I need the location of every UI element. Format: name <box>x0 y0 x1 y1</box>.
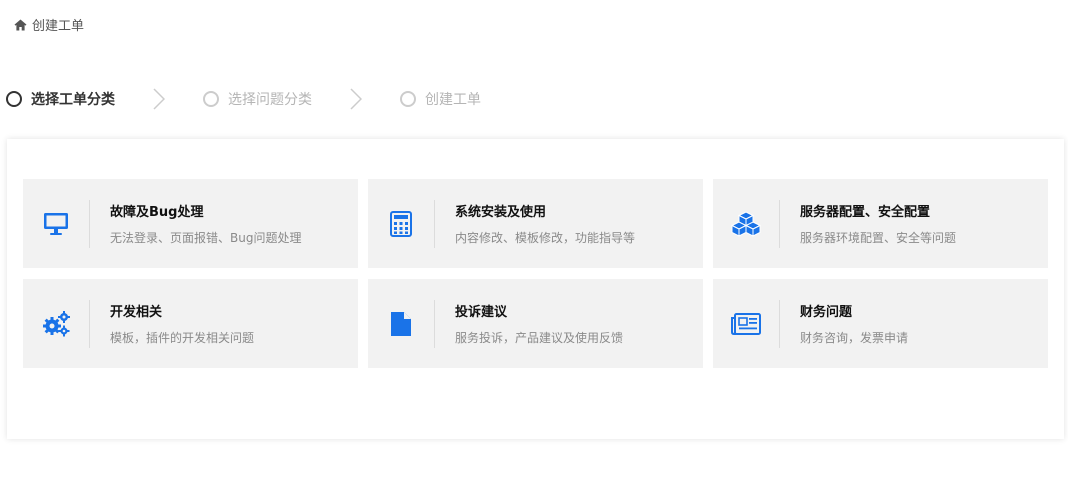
newspaper-icon <box>713 312 779 335</box>
file-icon <box>368 311 434 337</box>
cubes-icon <box>713 210 779 237</box>
chevron-right-icon <box>153 88 165 110</box>
step-circle-icon <box>203 91 219 107</box>
card-title: 服务器配置、安全配置 <box>800 205 931 220</box>
step-select-problem: 选择问题分类 <box>203 89 312 109</box>
card-title: 投诉建议 <box>455 305 508 320</box>
category-grid: 故障及Bug处理 无法登录、页面报错、Bug问题处理 系统安装及使用 内容修改、… <box>23 179 1048 368</box>
step-label: 创建工单 <box>425 92 481 108</box>
step-label: 选择问题分类 <box>228 92 312 108</box>
home-icon[interactable] <box>14 19 27 31</box>
card-title: 故障及Bug处理 <box>110 205 204 220</box>
card-description: 无法登录、页面报错、Bug问题处理 <box>110 231 302 245</box>
gears-icon <box>23 310 89 337</box>
chevron-right-icon <box>350 88 362 110</box>
step-select-category: 选择工单分类 <box>6 89 115 109</box>
step-circle-icon <box>6 91 22 107</box>
category-card-finance[interactable]: 财务问题 财务咨询，发票申请 <box>713 279 1048 368</box>
step-label: 选择工单分类 <box>31 92 115 108</box>
card-title: 开发相关 <box>110 305 163 320</box>
card-description: 服务器环境配置、安全等问题 <box>800 231 957 245</box>
step-indicator: 选择工单分类 选择问题分类 创建工单 <box>6 88 481 110</box>
card-description: 内容修改、模板修改，功能指导等 <box>455 231 636 245</box>
breadcrumb: 创建工单 <box>14 15 84 34</box>
category-card-install[interactable]: 系统安装及使用 内容修改、模板修改，功能指导等 <box>368 179 703 268</box>
calculator-icon <box>368 210 434 237</box>
card-description: 模板，插件的开发相关问题 <box>110 331 255 345</box>
card-title: 系统安装及使用 <box>455 205 547 220</box>
breadcrumb-label[interactable]: 创建工单 <box>32 15 84 34</box>
step-circle-icon <box>400 91 416 107</box>
category-card-complaint[interactable]: 投诉建议 服务投诉，产品建议及使用反馈 <box>368 279 703 368</box>
card-description: 财务咨询，发票申请 <box>800 331 909 345</box>
card-description: 服务投诉，产品建议及使用反馈 <box>455 331 624 345</box>
monitor-icon <box>23 212 89 236</box>
category-panel: 故障及Bug处理 无法登录、页面报错、Bug问题处理 系统安装及使用 内容修改、… <box>7 139 1064 439</box>
step-create-ticket: 创建工单 <box>400 89 481 109</box>
category-card-server[interactable]: 服务器配置、安全配置 服务器环境配置、安全等问题 <box>713 179 1048 268</box>
category-card-bug[interactable]: 故障及Bug处理 无法登录、页面报错、Bug问题处理 <box>23 179 358 268</box>
card-title: 财务问题 <box>800 305 853 320</box>
category-card-dev[interactable]: 开发相关 模板，插件的开发相关问题 <box>23 279 358 368</box>
